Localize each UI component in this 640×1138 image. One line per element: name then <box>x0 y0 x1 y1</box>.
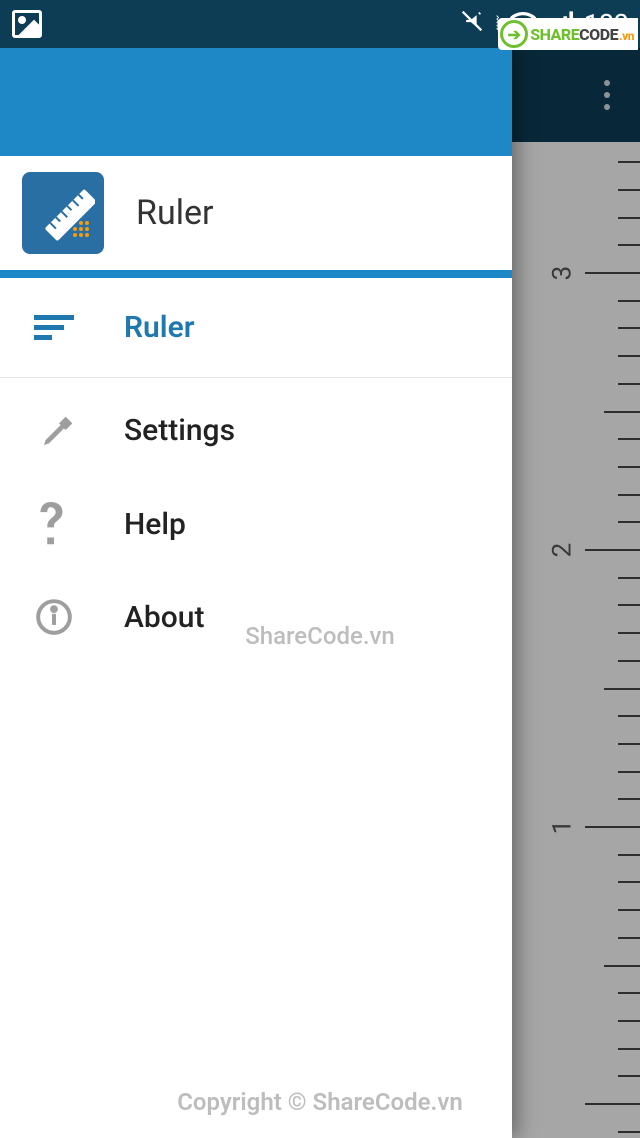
menu-item-help[interactable]: Help <box>0 476 512 572</box>
menu-label: Help <box>124 507 186 542</box>
menu-item-ruler[interactable]: Ruler <box>0 284 512 371</box>
menu-label: Settings <box>124 413 235 448</box>
navigation-drawer: Ruler Ruler Settings Help <box>0 48 512 1138</box>
screenshot-icon <box>12 10 42 38</box>
help-icon <box>30 502 78 546</box>
info-icon <box>30 598 78 636</box>
wrench-icon <box>30 410 78 450</box>
drawer-header <box>0 48 512 156</box>
sharecode-badge: SHARECODE.vn <box>498 18 638 50</box>
mute-icon <box>458 7 486 42</box>
sharecode-logo-icon <box>500 20 528 48</box>
menu-label: Ruler <box>124 310 195 345</box>
watermark-center: ShareCode.vn <box>245 622 395 650</box>
watermark-bottom: Copyright © ShareCode.vn <box>177 1088 463 1116</box>
drawer-title: Ruler <box>136 193 214 233</box>
app-icon <box>22 172 104 254</box>
menu-label: About <box>124 600 204 635</box>
menu-divider <box>0 377 512 378</box>
drawer-app-row: Ruler <box>0 156 512 278</box>
drawer-menu: Ruler Settings Help About <box>0 278 512 662</box>
menu-item-settings[interactable]: Settings <box>0 384 512 476</box>
list-icon <box>30 313 78 343</box>
